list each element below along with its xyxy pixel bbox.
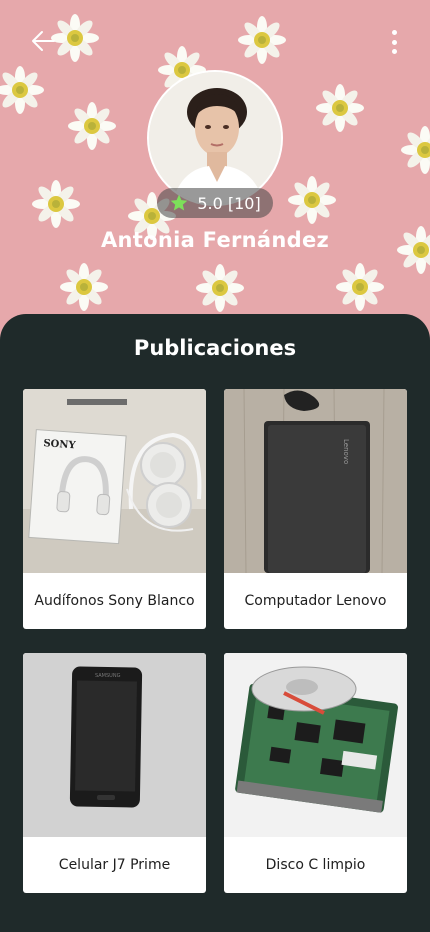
- rating-text: 5.0 [10]: [197, 193, 261, 213]
- arrow-left-icon: [32, 31, 55, 51]
- more-options-button[interactable]: [383, 28, 405, 56]
- section-title: Publicaciones: [133, 336, 297, 360]
- more-vertical-icon: [391, 30, 397, 35]
- svg-text:SAMSUNG: SAMSUNG: [95, 673, 121, 679]
- profile-name: Antonia Fernández: [100, 228, 330, 252]
- publication-title: Disco C limpio: [265, 857, 366, 873]
- publication-title: Celular J7 Prime: [58, 857, 171, 873]
- publication-image: Lenovo: [224, 389, 407, 573]
- avatar: [147, 70, 283, 206]
- avatar-image: [149, 72, 281, 204]
- publication-title: Computador Lenovo: [244, 593, 387, 609]
- back-button[interactable]: [28, 28, 58, 54]
- publication-card[interactable]: Disco C limpio: [224, 653, 407, 893]
- svg-text:Lenovo: Lenovo: [342, 439, 350, 464]
- publication-image: SONY: [23, 389, 206, 573]
- publication-card[interactable]: Lenovo Computador Lenovo: [224, 389, 407, 629]
- rating-badge: 5.0 [10]: [157, 188, 273, 218]
- profile-header: 5.0 [10] Antonia Fernández: [0, 0, 430, 345]
- publication-card[interactable]: SONY Audífonos Sony Blanco: [23, 389, 206, 629]
- publication-image: [224, 653, 407, 837]
- publication-card[interactable]: SAMSUNG Celular J7 Prime: [23, 653, 206, 893]
- publication-image: SAMSUNG: [23, 653, 206, 837]
- publication-title: Audífonos Sony Blanco: [34, 593, 195, 609]
- publications-panel: Publicaciones SONY Audífonos Sony Blanco…: [0, 314, 430, 932]
- svg-text:SONY: SONY: [43, 438, 77, 451]
- star-icon: [170, 194, 188, 211]
